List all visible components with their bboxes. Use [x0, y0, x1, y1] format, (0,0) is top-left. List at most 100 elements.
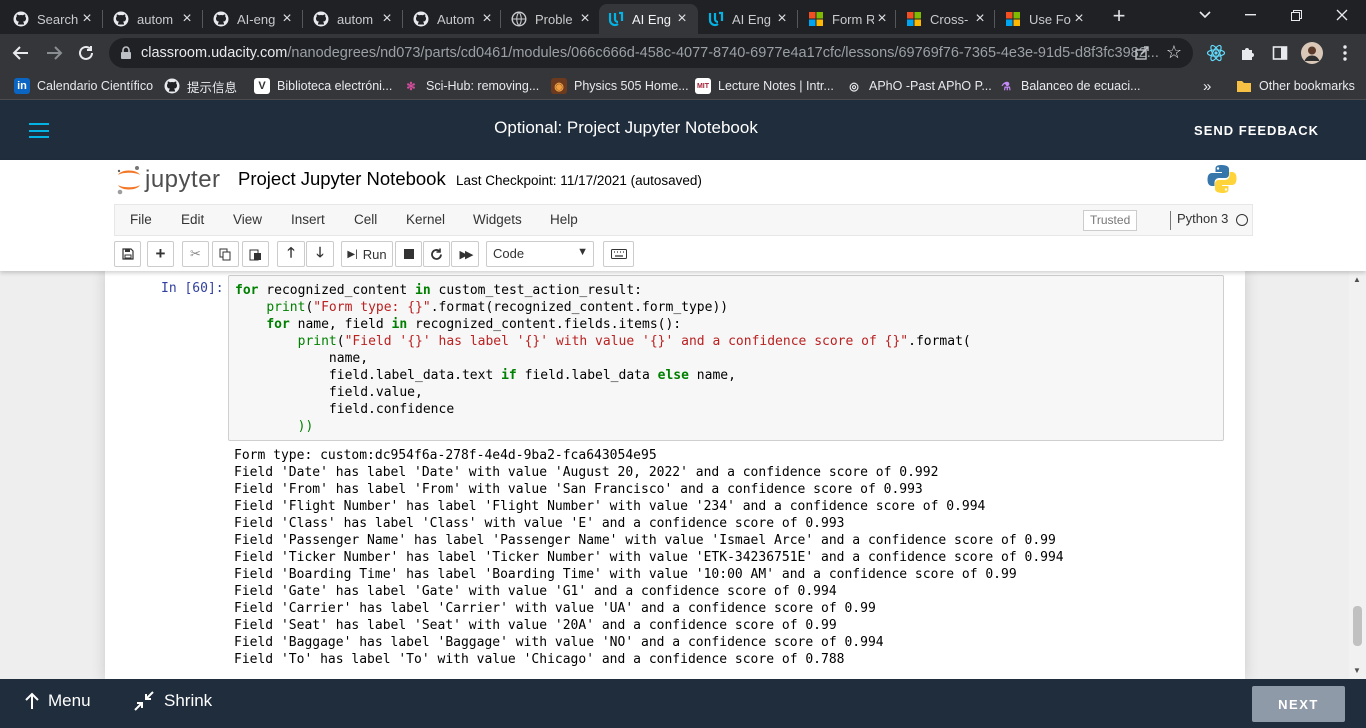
minimize-icon[interactable]: [1227, 0, 1273, 30]
menu-widgets[interactable]: Widgets: [473, 212, 522, 227]
browser-tab[interactable]: AI Eng ×: [699, 4, 798, 34]
new-tab-button[interactable]: +: [1107, 4, 1131, 30]
share-icon[interactable]: [1134, 45, 1150, 61]
field-result-line: Field 'Flight Number' has label 'Flight …: [234, 499, 986, 514]
restart-kernel-button[interactable]: [423, 241, 450, 267]
browser-tab[interactable]: autom ×: [304, 4, 403, 34]
vertical-scrollbar[interactable]: ▲ ▼: [1349, 271, 1366, 679]
profile-avatar[interactable]: [1297, 38, 1327, 68]
close-tab-icon[interactable]: ×: [972, 10, 988, 28]
close-tab-icon[interactable]: ×: [79, 10, 95, 28]
bookmark-label: APhO -Past APhO P...: [869, 79, 992, 93]
command-palette-button[interactable]: [603, 241, 634, 267]
bookmark-item[interactable]: V Biblioteca electróni...: [254, 75, 392, 97]
code-cell-input[interactable]: for recognized_content in custom_test_ac…: [228, 275, 1224, 441]
kernel-idle-indicator: [1236, 214, 1248, 226]
scrollbar-thumb[interactable]: [1353, 606, 1362, 646]
udacity-header: Optional: Project Jupyter Notebook SEND …: [0, 100, 1366, 160]
bookmarks-overflow-button[interactable]: »: [1203, 75, 1211, 97]
menu-file[interactable]: File: [130, 212, 152, 227]
react-devtools-extension[interactable]: [1201, 38, 1231, 68]
restart-run-all-button[interactable]: ▶▶: [451, 241, 479, 267]
next-button[interactable]: NEXT: [1252, 686, 1345, 722]
send-feedback-button[interactable]: SEND FEEDBACK: [1194, 123, 1319, 138]
address-bar[interactable]: classroom.udacity.com/nanodegrees/nd073/…: [109, 38, 1193, 68]
save-button[interactable]: [114, 241, 141, 267]
bookmark-item[interactable]: MIT Lecture Notes | Intr...: [695, 75, 834, 97]
menu-kernel[interactable]: Kernel: [406, 212, 445, 227]
other-bookmarks-folder[interactable]: Other bookmarks: [1236, 75, 1355, 97]
close-tab-icon[interactable]: ×: [774, 10, 790, 28]
browser-tab[interactable]: Autom ×: [404, 4, 503, 34]
run-button[interactable]: ▶| Run: [341, 241, 393, 267]
field-result-line: Field 'Passenger Name' has label 'Passen…: [234, 533, 1056, 548]
udacity-icon: [707, 10, 725, 28]
close-tab-icon[interactable]: ×: [179, 10, 195, 28]
browser-tab[interactable]: Use Fo ×: [996, 4, 1095, 34]
url-host: classroom.udacity.com: [141, 45, 288, 61]
scroll-down-arrow-icon[interactable]: ▼: [1353, 666, 1361, 675]
menu-button[interactable]: Menu: [24, 691, 91, 711]
close-tab-icon[interactable]: ×: [577, 10, 593, 28]
bookmark-item[interactable]: ✻ Sci-Hub: removing...: [403, 75, 539, 97]
cell-type-select[interactable]: Code ▼: [486, 241, 594, 267]
menu-help[interactable]: Help: [550, 212, 578, 227]
python-icon: [1207, 165, 1237, 193]
insert-cell-button[interactable]: +: [147, 241, 174, 267]
forward-button[interactable]: [39, 38, 69, 68]
move-down-button[interactable]: 🡓: [306, 241, 334, 267]
cut-button[interactable]: ✂: [182, 241, 209, 267]
menu-edit[interactable]: Edit: [181, 212, 204, 227]
close-tab-icon[interactable]: ×: [874, 10, 890, 28]
paste-button[interactable]: [242, 241, 269, 267]
notebook-name[interactable]: Project Jupyter Notebook: [238, 168, 446, 190]
bookmark-item[interactable]: 提示信息: [164, 75, 237, 97]
jupyter-logo[interactable]: jupyter: [116, 164, 221, 196]
restore-icon[interactable]: [1273, 0, 1319, 30]
bookmark-item[interactable]: ◎ APhO -Past APhO P...: [846, 75, 992, 97]
avatar-icon: [1301, 42, 1323, 64]
browser-tab[interactable]: AI-eng ×: [204, 4, 303, 34]
browser-tab[interactable]: Form R ×: [799, 4, 898, 34]
bookmark-item[interactable]: ⚗ Balanceo de ecuaci...: [998, 75, 1140, 97]
side-panel-button[interactable]: [1265, 38, 1295, 68]
close-window-icon[interactable]: [1319, 0, 1365, 30]
browser-tab[interactable]: AI Eng ×: [599, 4, 698, 34]
browser-tab[interactable]: Search ×: [4, 4, 103, 34]
bookmark-label: Calendario Científico: [37, 79, 154, 93]
move-up-button[interactable]: 🡑: [277, 241, 305, 267]
chrome-menu-button[interactable]: [1330, 38, 1360, 68]
close-tab-icon[interactable]: ×: [379, 10, 395, 28]
close-tab-icon[interactable]: ×: [279, 10, 295, 28]
close-tab-icon[interactable]: ×: [479, 10, 495, 28]
close-tab-icon[interactable]: ×: [674, 10, 690, 28]
url-path: /nanodegrees/nd073/parts/cd0461/modules/…: [287, 45, 1159, 61]
lock-icon: [121, 46, 131, 59]
arrow-down-icon: 🡓: [316, 244, 324, 260]
tab-title: Use Fo: [1029, 11, 1071, 27]
trusted-indicator[interactable]: Trusted: [1083, 210, 1138, 231]
tab-search-icon[interactable]: [1182, 0, 1228, 30]
field-result-line: Field 'Carrier' has label 'Carrier' with…: [234, 601, 876, 616]
menu-insert[interactable]: Insert: [291, 212, 325, 227]
interrupt-kernel-button[interactable]: [395, 241, 422, 267]
bookmark-item[interactable]: in Calendario Científico: [14, 75, 153, 97]
arrow-up-icon: [25, 692, 39, 709]
scroll-up-arrow-icon[interactable]: ▲: [1353, 275, 1361, 284]
reload-button[interactable]: [71, 38, 101, 68]
bookmark-star-icon[interactable]: ☆: [1166, 42, 1182, 63]
back-button[interactable]: [6, 38, 36, 68]
menu-view[interactable]: View: [233, 212, 262, 227]
browser-tab[interactable]: Proble ×: [502, 4, 601, 34]
shrink-button[interactable]: Shrink: [134, 691, 212, 711]
browser-tab[interactable]: Cross- ×: [897, 4, 996, 34]
close-tab-icon[interactable]: ×: [1071, 10, 1087, 28]
copy-button[interactable]: [212, 241, 239, 267]
tab-title: AI Eng: [732, 11, 772, 27]
browser-tab[interactable]: autom ×: [104, 4, 203, 34]
menu-cell[interactable]: Cell: [354, 212, 377, 227]
extensions-button[interactable]: [1233, 38, 1263, 68]
code-text[interactable]: for recognized_content in custom_test_ac…: [235, 282, 971, 435]
bookmark-item[interactable]: ◉ Physics 505 Home...: [551, 75, 689, 97]
microsoft-icon: [905, 10, 923, 28]
